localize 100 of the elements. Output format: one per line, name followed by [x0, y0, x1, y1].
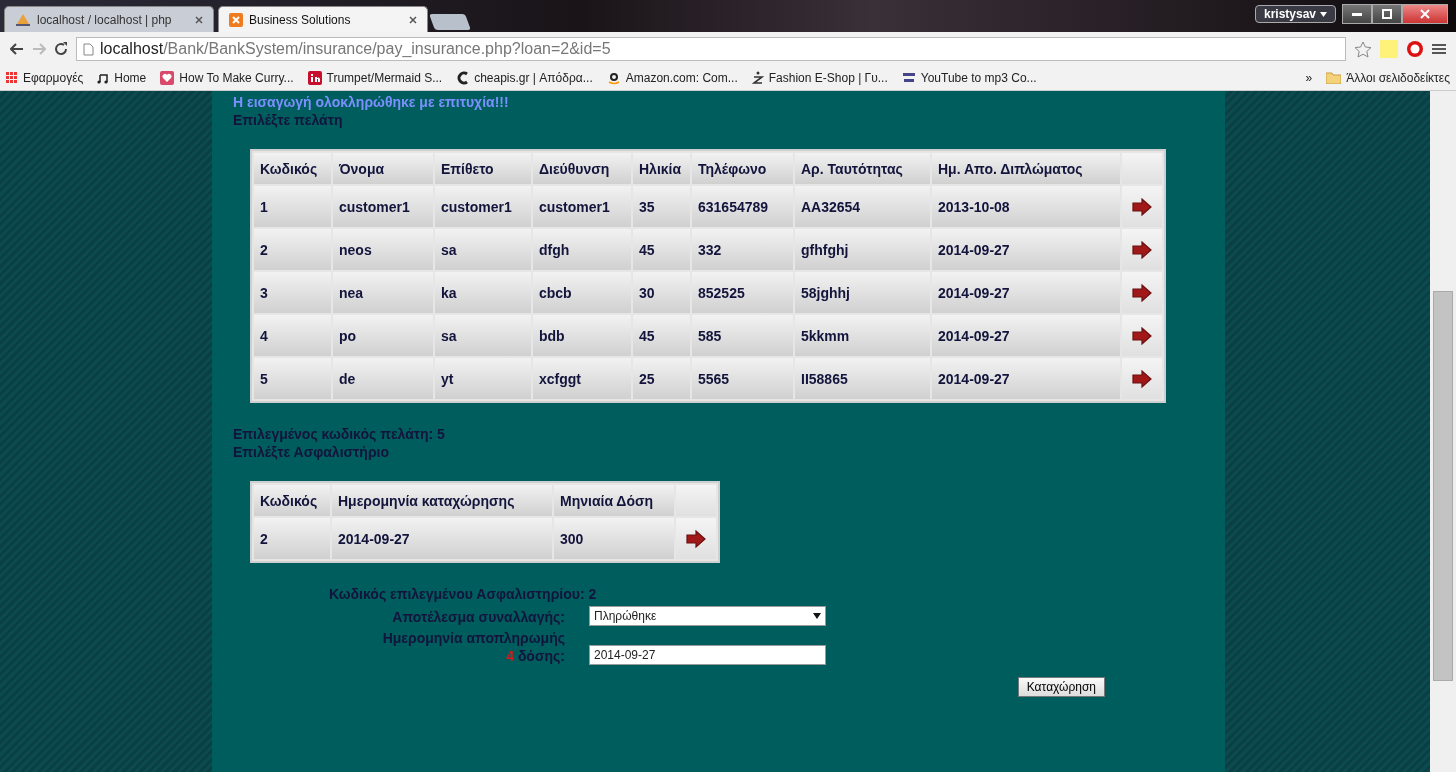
table-cell: 585 — [692, 315, 793, 356]
bookmark-item[interactable]: Amazon.com: Com... — [606, 71, 738, 85]
reload-icon[interactable] — [54, 42, 68, 56]
table-cell: xcfggt — [533, 358, 631, 399]
heart-icon — [160, 71, 175, 85]
table-cell: 2013-10-08 — [932, 186, 1120, 227]
minimize-button[interactable] — [1342, 4, 1372, 24]
column-header: Διεύθυνση — [533, 153, 631, 184]
table-cell: 332 — [692, 229, 793, 270]
table-cell: 300 — [554, 518, 674, 559]
folder-icon — [1326, 72, 1342, 84]
section-heading: Επιλέξτε Ασφαλιστήριο — [233, 443, 390, 461]
table-cell: 35 — [633, 186, 690, 227]
back-icon[interactable] — [10, 43, 24, 55]
section-heading: Επιλέξτε πελάτη — [233, 111, 344, 129]
table-cell: ka — [435, 272, 531, 313]
close-button[interactable] — [1402, 4, 1448, 24]
table-cell: nea — [333, 272, 433, 313]
date-input[interactable]: 2014-09-27 — [589, 645, 826, 665]
bookmark-folder[interactable]: Άλλοι σελιδοδείκτες — [1326, 71, 1450, 85]
minimize-icon — [1352, 12, 1362, 16]
table-cell: sa — [435, 229, 531, 270]
table-cell: 631654789 — [692, 186, 793, 227]
browser-tab[interactable]: localhost / localhost | php — [4, 6, 214, 32]
c-shape-icon — [456, 71, 470, 85]
table-cell: 852525 — [692, 272, 793, 313]
column-header: Μηνιαία Δόση — [554, 485, 674, 516]
table-cell: neos — [333, 229, 433, 270]
table-cell: customer1 — [333, 186, 433, 227]
column-header: Κωδικός — [254, 153, 331, 184]
square-logo-icon — [229, 12, 243, 27]
result-select[interactable]: Πληρώθηκε — [589, 606, 826, 626]
success-message: Η εισαγωγή ολοκληρώθηκε με επιτυχία!!! — [233, 93, 510, 111]
close-icon[interactable] — [409, 15, 417, 24]
arrow-right-icon[interactable] — [1132, 283, 1152, 302]
table-cell: 3 — [254, 272, 331, 313]
table-cell: po — [333, 315, 433, 356]
sailboat-icon — [15, 12, 31, 27]
address-bar[interactable]: localhost/Bank/BankSystem/insurance/pay_insurance.php?loan=2&id=5 — [76, 37, 1346, 61]
maximize-icon — [1382, 9, 1392, 19]
smile-arrow-icon — [606, 71, 621, 85]
close-icon — [1420, 9, 1430, 19]
browser-tab[interactable]: Business Solutions — [218, 6, 428, 32]
arrow-right-icon[interactable] — [1132, 369, 1152, 388]
profile-button[interactable]: kristysav — [1254, 5, 1336, 23]
column-header: Ημ. Απο. Διπλώματος — [932, 153, 1120, 184]
table-cell: 30 — [633, 272, 690, 313]
table-cell: customer1 — [435, 186, 531, 227]
new-tab-button[interactable] — [429, 14, 471, 30]
column-header: Ηλικία — [633, 153, 690, 184]
table-cell: 2 — [254, 518, 330, 559]
menu-icon[interactable] — [1432, 43, 1446, 55]
field-label: Αποτέλεσμα συναλλαγής: — [391, 608, 565, 626]
arrow-right-icon[interactable] — [1132, 197, 1152, 216]
bookmark-item[interactable]: Trumpet/Mermaid S... — [307, 71, 443, 85]
table-cell: 1 — [254, 186, 331, 227]
arrow-right-icon[interactable] — [686, 529, 706, 548]
table-cell: II58865 — [795, 358, 930, 399]
bookmark-item[interactable]: How To Make Curry... — [160, 71, 294, 85]
table-cell: 45 — [633, 229, 690, 270]
column-header: Επίθετο — [435, 153, 531, 184]
table-cell: 45 — [633, 315, 690, 356]
bookmarks-overflow[interactable]: » — [1305, 71, 1313, 85]
bookmark-item[interactable]: YouTube to mp3 Co... — [901, 71, 1037, 85]
music-note-icon — [97, 72, 110, 84]
submit-button[interactable]: Καταχώρηση — [1017, 677, 1105, 697]
star-icon[interactable] — [1354, 40, 1372, 58]
column-header: Τηλέφωνο — [692, 153, 793, 184]
table-cell: yt — [435, 358, 531, 399]
table-cell: 58jghhj — [795, 272, 930, 313]
bookmark-item[interactable]: cheapis.gr | Απόδρα... — [456, 71, 593, 85]
dropdown-caret-icon — [813, 613, 821, 619]
caret-icon — [1320, 11, 1327, 17]
table-cell: 2014-09-27 — [932, 272, 1120, 313]
table-cell: 2014-09-27 — [932, 358, 1120, 399]
close-icon[interactable] — [195, 15, 203, 24]
column-header: Ημερομηνία καταχώρησης — [332, 485, 552, 516]
column-header: Αρ. Ταυτότητας — [795, 153, 930, 184]
column-header: Όνομα — [333, 153, 433, 184]
table-cell: bdb — [533, 315, 631, 356]
arrow-right-icon[interactable] — [1132, 326, 1152, 345]
bookmark-item[interactable]: Home — [97, 71, 147, 85]
table-cell: 5565 — [692, 358, 793, 399]
table-cell: 2 — [254, 229, 331, 270]
table-cell: 25 — [633, 358, 690, 399]
table-cell: 5 — [254, 358, 331, 399]
bookmark-item[interactable]: Εφαρμογές — [6, 71, 84, 85]
table-cell: 5kkmm — [795, 315, 930, 356]
scrollbar-thumb[interactable] — [1433, 291, 1453, 681]
table-cell: cbcb — [533, 272, 631, 313]
field-label: Ημερομηνία αποπληρωμής 4 δόσης: — [381, 629, 565, 665]
maximize-button[interactable] — [1372, 4, 1402, 24]
table-cell: AA32654 — [795, 186, 930, 227]
table-cell: sa — [435, 315, 531, 356]
table-cell: 2014-09-27 — [932, 315, 1120, 356]
arrow-right-icon[interactable] — [1132, 240, 1152, 259]
apps-grid-icon — [6, 72, 18, 84]
table-cell: 2014-09-27 — [332, 518, 552, 559]
bookmark-item[interactable]: Fashion E-Shop | Γυ... — [751, 71, 888, 85]
table-cell: 4 — [254, 315, 331, 356]
